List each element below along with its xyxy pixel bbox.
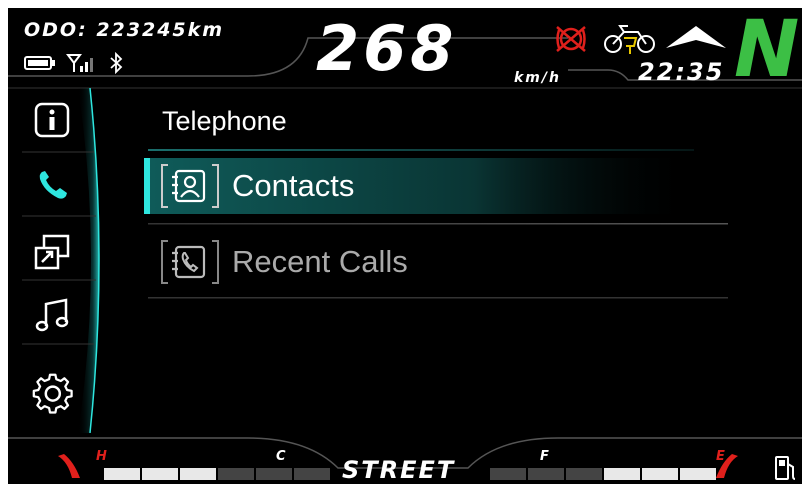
riding-mode: STREET	[342, 456, 456, 484]
temp-low-label: C	[276, 449, 286, 464]
menu-item-recent-calls[interactable]: Recent Calls	[144, 234, 694, 290]
temp-gauge-segment	[142, 468, 178, 480]
temp-gauge-segment	[180, 468, 216, 480]
motorcycle-key-icon	[604, 25, 655, 54]
fuel-gauge-segment	[566, 468, 602, 480]
temp-gauge-segment	[104, 468, 140, 480]
fuel-gauge-segment	[604, 468, 640, 480]
clock: 22:35	[638, 58, 725, 86]
selection-highlight	[144, 158, 694, 214]
speed-unit: km/h	[514, 70, 561, 86]
fuel-empty-label: E	[716, 449, 725, 464]
fuel-gauge	[490, 468, 716, 480]
title-divider	[148, 149, 694, 151]
temp-gauge-segment	[294, 468, 330, 480]
fuel-pump-icon	[775, 456, 796, 480]
menu-item-contacts[interactable]: Contacts	[144, 158, 694, 214]
fuel-gauge-segment	[490, 468, 526, 480]
temp-gauge-segment	[256, 468, 292, 480]
odometer-label: ODO:	[24, 19, 88, 41]
bluetooth-icon	[110, 52, 123, 74]
sidebar-item-music[interactable]	[34, 298, 70, 334]
music-icon	[35, 298, 69, 332]
phone-icon	[39, 171, 67, 199]
page-title: Telephone	[162, 106, 287, 136]
menu-item-label: Recent Calls	[232, 244, 408, 279]
abs-off-icon	[556, 26, 586, 52]
battery-icon	[24, 56, 55, 70]
gear-indicator: N	[734, 8, 800, 95]
temp-high-label: H	[96, 449, 107, 464]
odometer-value: 223245km	[96, 19, 225, 41]
contacts-icon	[160, 163, 220, 209]
sidebar-item-info[interactable]	[34, 102, 70, 138]
fuel-gauge-segment	[528, 468, 564, 480]
sidebar-item-mirror[interactable]	[34, 234, 70, 270]
gear-settings-icon	[32, 373, 73, 414]
sidebar-item-settings[interactable]	[32, 372, 74, 414]
dashboard-screen: ODO: 223245km 268 km/h 22:35 N Telephone…	[8, 8, 802, 484]
fuel-full-label: F	[540, 449, 549, 464]
sidebar	[8, 88, 103, 433]
screen-mirror-icon	[34, 234, 70, 270]
odometer: ODO: 223245km	[24, 19, 224, 41]
fuel-gauge-segment	[642, 468, 678, 480]
menu-divider	[148, 223, 728, 225]
status-icons	[24, 52, 124, 74]
speed-value: 268	[316, 12, 458, 85]
up-shift-icon	[666, 26, 726, 48]
signal-icon	[66, 54, 93, 72]
info-icon	[34, 102, 70, 138]
menu-item-label: Contacts	[232, 168, 355, 203]
menu-divider	[148, 297, 728, 299]
temp-gauge-segment	[218, 468, 254, 480]
sidebar-item-phone[interactable]	[36, 168, 70, 202]
fuel-gauge-segment	[680, 468, 716, 480]
recent-calls-icon	[160, 239, 220, 285]
temp-gauge	[104, 468, 330, 480]
